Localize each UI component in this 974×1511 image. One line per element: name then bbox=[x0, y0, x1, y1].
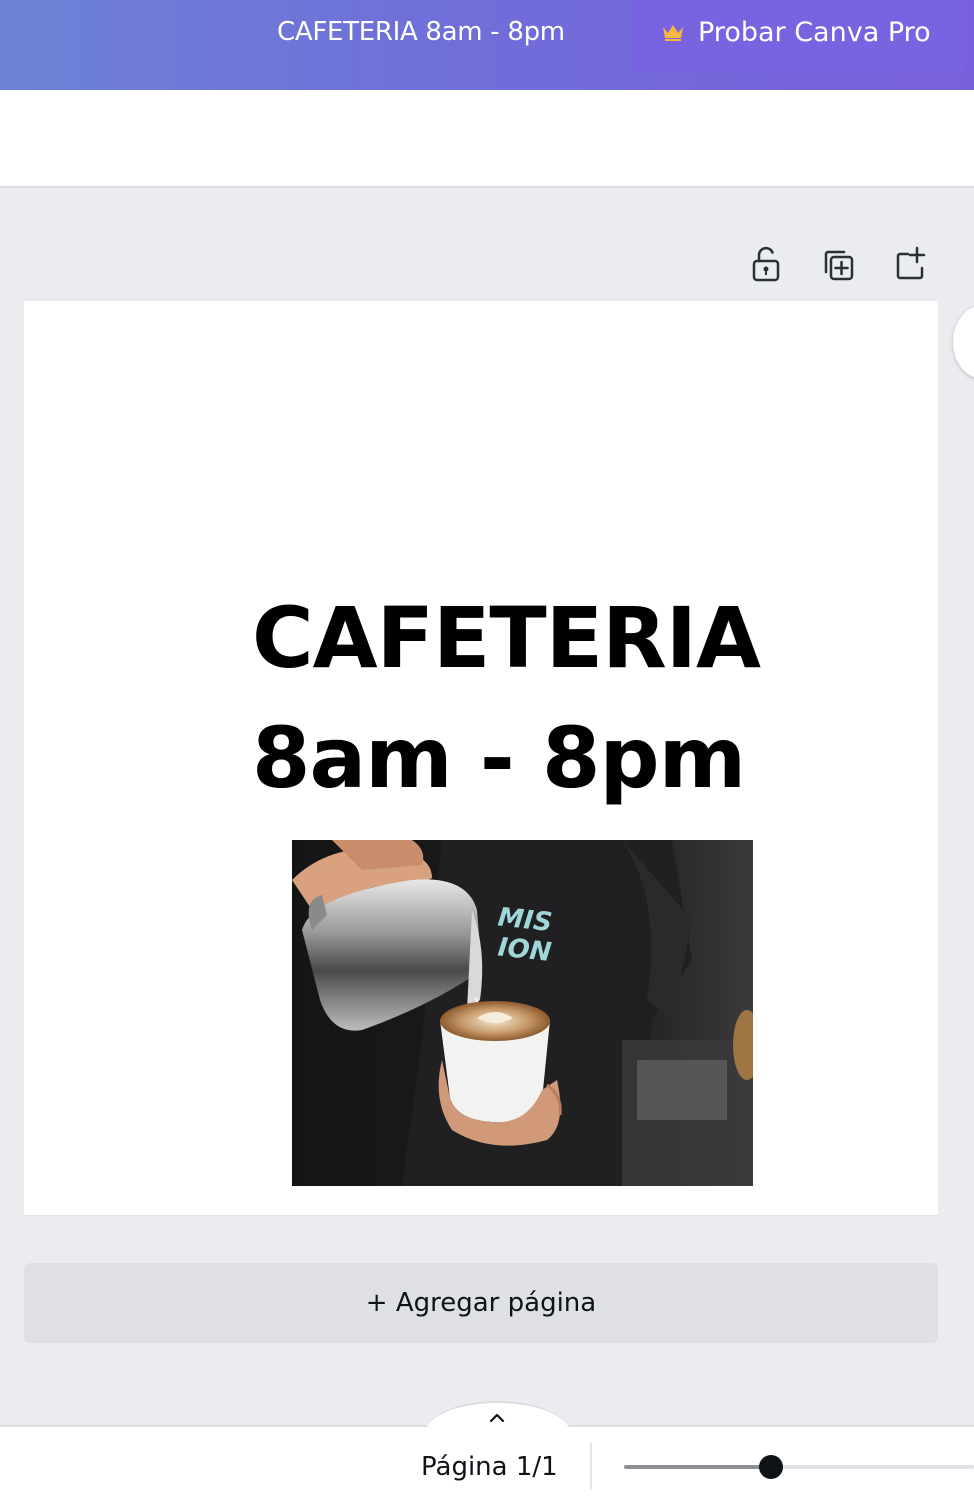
headline-line-2: 8am - 8pm bbox=[252, 709, 746, 807]
top-bar: CAFETERIA 8am - 8pm Probar Canva Pro bbox=[0, 0, 974, 90]
barista-latte-photo[interactable]: MIS ION bbox=[292, 840, 753, 1186]
page-indicator[interactable]: Página 1/1 bbox=[421, 1452, 558, 1482]
footer-divider bbox=[590, 1443, 592, 1489]
zoom-slider-thumb[interactable] bbox=[759, 1455, 783, 1479]
svg-text:ION: ION bbox=[496, 933, 553, 968]
add-page-label: + Agregar página bbox=[365, 1288, 597, 1318]
chevron-up-icon bbox=[489, 1413, 505, 1423]
headline-text[interactable]: CAFETERIA 8am - 8pm bbox=[252, 578, 772, 818]
editor-toolbar bbox=[0, 90, 974, 188]
expand-pages-toggle[interactable] bbox=[425, 1401, 570, 1433]
try-canva-pro-button[interactable]: Probar Canva Pro bbox=[631, 0, 967, 72]
unlock-icon[interactable] bbox=[750, 244, 782, 284]
zoom-slider[interactable] bbox=[624, 1455, 974, 1479]
document-title[interactable]: CAFETERIA 8am - 8pm bbox=[277, 17, 565, 47]
headline-line-1: CAFETERIA bbox=[252, 589, 761, 687]
add-page-icon[interactable] bbox=[894, 244, 926, 284]
crown-icon bbox=[661, 22, 685, 46]
add-page-button[interactable]: + Agregar página bbox=[24, 1263, 938, 1343]
pro-button-label: Probar Canva Pro bbox=[698, 17, 931, 48]
duplicate-page-icon[interactable] bbox=[822, 244, 854, 284]
side-panel-handle[interactable] bbox=[953, 305, 974, 379]
design-canvas[interactable]: CAFETERIA 8am - 8pm MIS ION bbox=[24, 301, 938, 1215]
zoom-slider-fill bbox=[624, 1465, 771, 1469]
